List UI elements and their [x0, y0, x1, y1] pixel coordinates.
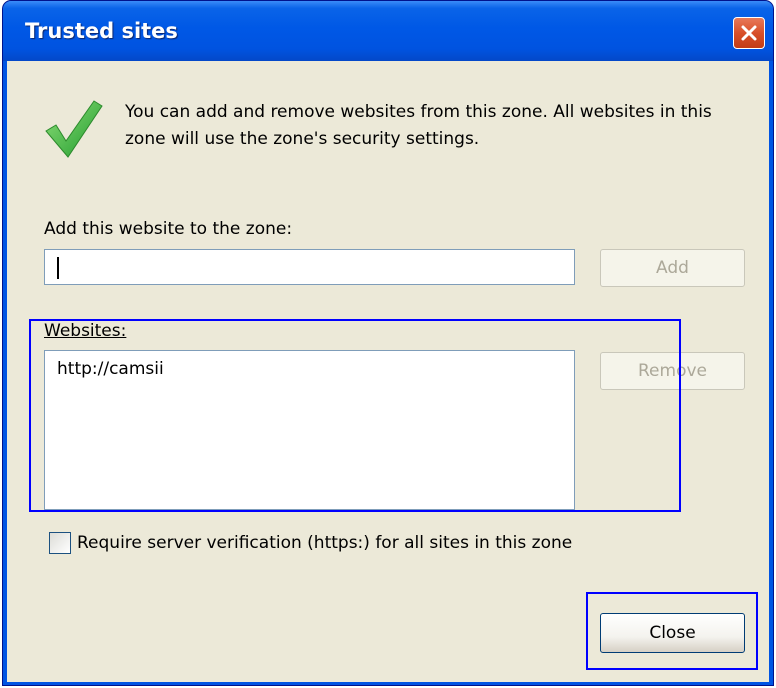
title-bar[interactable]: Trusted sites — [3, 1, 773, 61]
window-close-button[interactable] — [733, 17, 765, 49]
websites-list[interactable]: http://camsii — [44, 350, 575, 510]
add-button[interactable]: Add — [600, 249, 745, 287]
window-title: Trusted sites — [25, 19, 178, 43]
checkmark-icon — [45, 100, 103, 158]
require-https-label[interactable]: Require server verification (https:) for… — [77, 533, 572, 553]
websites-label: Websites: — [44, 321, 127, 341]
close-button[interactable]: Close — [600, 613, 745, 653]
list-item[interactable]: http://camsii — [57, 359, 164, 379]
trusted-sites-dialog: Trusted sites You can add and remove web… — [2, 0, 774, 686]
remove-button[interactable]: Remove — [600, 352, 745, 390]
dialog-body: You can add and remove websites from thi… — [7, 61, 769, 682]
intro-text: You can add and remove websites from thi… — [125, 102, 712, 149]
require-https-checkbox[interactable] — [49, 532, 71, 554]
add-website-label: Add this website to the zone: — [44, 219, 293, 239]
text-caret — [57, 257, 59, 279]
website-url-input[interactable] — [44, 249, 575, 285]
close-icon — [741, 25, 757, 41]
